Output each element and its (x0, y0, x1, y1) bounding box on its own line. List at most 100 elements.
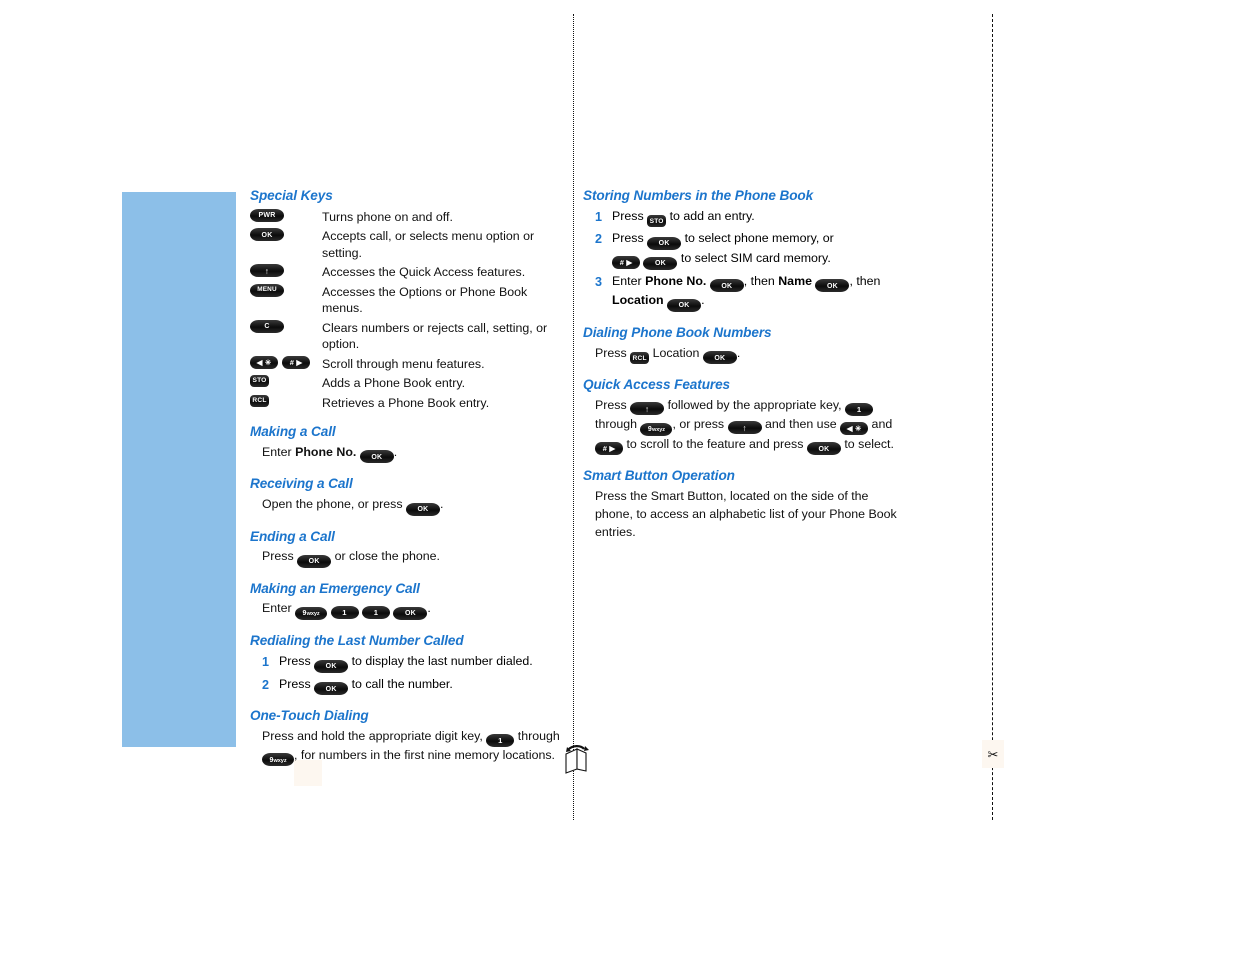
text-fragment: . (701, 293, 705, 308)
text-fragment: , then (743, 273, 779, 288)
key-ok[interactable]: OK (314, 659, 349, 673)
key-hash-right[interactable]: # ▶ (282, 355, 310, 369)
instruction-making-a-call: Enter Phone No. OK. (250, 444, 562, 464)
section-title-dialing-phone-book: Dialing Phone Book Numbers (583, 324, 772, 340)
section-making-a-call: Making a Call Enter Phone No. OK. (250, 424, 562, 464)
section-smart-button: Smart Button Operation Press the Smart B… (583, 468, 903, 542)
section-title-smart-button: Smart Button Operation (583, 468, 735, 484)
key-row-scroll: ◀ ✳ # ▶ Scroll through menu features. (250, 355, 562, 373)
key-hash-right[interactable]: # ▶ (612, 256, 640, 270)
text-fragment: to select. (840, 436, 894, 451)
key-9wxyz[interactable]: 9wxyz (640, 422, 673, 436)
step-number: 1 (595, 209, 603, 224)
step-number: 2 (595, 232, 603, 247)
key-row-clear: C Clears numbers or rejects call, settin… (250, 319, 562, 353)
key-pwr[interactable]: PWR (250, 208, 284, 222)
key-star-left[interactable]: ◀ ✳ (250, 355, 278, 369)
key-rcl[interactable]: RCL (630, 352, 650, 365)
step-text: Press STO to add an entry. (612, 208, 903, 228)
text-fragment: followed by the appropriate key, (664, 397, 846, 412)
text-fragment: Press and hold the appropriate digit key… (262, 728, 487, 743)
key-cell: C (250, 319, 322, 333)
text-fragment: , for numbers in the first nine memory l… (294, 747, 555, 762)
text-fragment: Press (612, 208, 648, 223)
text-fragment: to call the number. (348, 676, 453, 691)
key-1[interactable]: 1 (845, 402, 874, 416)
text-fragment: . (439, 496, 444, 511)
instruction-smart-button: Press the Smart Button, located on the s… (595, 488, 897, 539)
key-ok[interactable]: OK (359, 450, 394, 464)
instruction-quick-access: Press ↑ followed by the appropriate key,… (583, 397, 903, 456)
key-sto[interactable]: STO (250, 375, 269, 388)
text-fragment: Enter (262, 444, 296, 459)
key-description: Turns phone on and off. (322, 209, 453, 224)
text-fragment: Press (262, 549, 298, 564)
key-ok[interactable]: OK (815, 279, 850, 293)
key-description: Accesses the Options or Phone Book menus… (322, 284, 528, 316)
fold-line-dotted (573, 14, 574, 820)
key-ok[interactable]: OK (667, 298, 702, 312)
instruction-receiving-a-call: Open the phone, or press OK. (250, 496, 562, 516)
text-fragment: Location (649, 345, 703, 360)
key-row-up-arrow: ↑ Accesses the Quick Access features. (250, 263, 562, 281)
key-1[interactable]: 1 (330, 606, 359, 620)
key-1[interactable]: 1 (486, 733, 515, 747)
step-item: 1 Press OK to display the last number di… (262, 653, 562, 673)
key-cell: OK (250, 227, 322, 242)
key-ok[interactable]: OK (709, 279, 744, 293)
key-cell: RCL (250, 394, 322, 407)
key-9wxyz[interactable]: 9wxyz (295, 607, 328, 621)
steps-redialing: 1 Press OK to display the last number di… (250, 653, 562, 696)
section-title-one-touch-dialing: One-Touch Dialing (250, 708, 369, 724)
section-title-storing-numbers: Storing Numbers in the Phone Book (583, 188, 814, 203)
key-hash-right[interactable]: # ▶ (595, 441, 623, 455)
key-9wxyz[interactable]: 9wxyz (262, 753, 294, 767)
section-title-emergency-call: Making an Emergency Call (250, 580, 420, 596)
step-number: 2 (262, 677, 270, 692)
key-ok[interactable]: OK (702, 351, 737, 365)
key-1[interactable]: 1 (361, 606, 390, 620)
key-description: Adds a Phone Book entry. (322, 376, 466, 391)
text-fragment: Press (279, 676, 315, 691)
instruction-dialing-phone-book: Press RCL Location OK. (583, 345, 903, 365)
key-ok[interactable]: OK (297, 554, 332, 568)
key-clear[interactable]: C (250, 319, 284, 333)
step-text: Press OK to call the number. (279, 676, 562, 696)
blue-accent-panel (122, 192, 236, 747)
text-fragment: to scroll to the feature and press (623, 436, 807, 451)
text-fragment: Enter (612, 273, 646, 288)
text-bold-phone-no: Phone No. (295, 444, 357, 459)
key-up-arrow[interactable]: ↑ (727, 421, 762, 435)
text-fragment: , or press (672, 416, 728, 431)
text-fragment: . (736, 345, 741, 360)
key-up-arrow[interactable]: ↑ (250, 264, 284, 278)
key-up-arrow[interactable]: ↑ (630, 402, 665, 416)
text-fragment: through (514, 728, 560, 743)
text-bold-location: Location (612, 293, 664, 308)
key-ok[interactable]: OK (250, 228, 284, 242)
text-fragment: . (393, 444, 398, 459)
key-row-ok: OK Accepts call, or selects menu option … (250, 227, 562, 261)
key-row-pwr: PWR Turns phone on and off. (250, 208, 562, 226)
text-fragment: Press (612, 231, 648, 246)
key-description: Retrieves a Phone Book entry. (322, 395, 490, 410)
key-menu[interactable]: MENU (250, 283, 284, 297)
key-ok[interactable]: OK (643, 256, 678, 270)
key-ok[interactable]: OK (647, 237, 682, 251)
text-fragment: to add an entry. (666, 208, 755, 223)
fold-here-icon (558, 744, 592, 780)
key-description: Clears numbers or rejects call, setting,… (322, 320, 548, 352)
instruction-ending-a-call: Press OK or close the phone. (250, 548, 562, 568)
key-ok[interactable]: OK (314, 682, 349, 696)
key-ok[interactable]: OK (393, 607, 428, 621)
section-title-special-keys: Special Keys (250, 188, 333, 203)
key-ok[interactable]: OK (806, 442, 841, 456)
section-title-redialing: Redialing the Last Number Called (250, 633, 464, 649)
key-ok[interactable]: OK (405, 502, 440, 516)
key-description: Accepts call, or selects menu option or … (322, 229, 535, 260)
key-star-left[interactable]: ◀ ✳ (840, 421, 869, 435)
key-cell: PWR (250, 208, 322, 222)
key-row-sto: STO Adds a Phone Book entry. (250, 374, 562, 392)
key-rcl[interactable]: RCL (250, 394, 269, 407)
key-sto[interactable]: STO (647, 215, 667, 228)
